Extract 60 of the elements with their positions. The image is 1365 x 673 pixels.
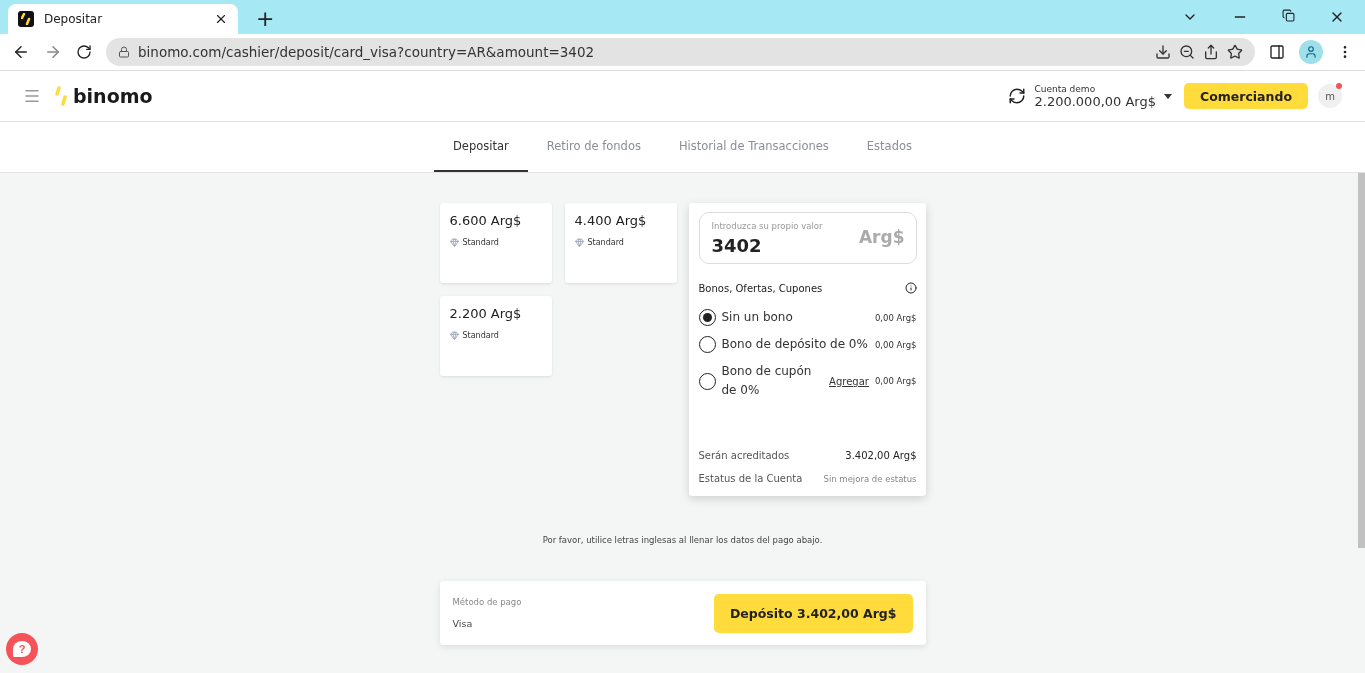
avatar[interactable]: m bbox=[1318, 84, 1342, 108]
browser-tab[interactable]: Depositar bbox=[8, 4, 238, 34]
close-icon[interactable] bbox=[214, 12, 228, 26]
logo-text: binomo bbox=[73, 85, 153, 107]
tab[interactable]: Depositar bbox=[434, 122, 528, 172]
zoom-out-icon[interactable] bbox=[1179, 44, 1195, 60]
balance-text: 2.200.000,00 Arg$ bbox=[1034, 93, 1156, 109]
url-text: binomo.com/cashier/deposit/card_visa?country=AR&amount=3402 bbox=[138, 44, 596, 60]
amount-card[interactable]: 2.200 Arg$ Standard bbox=[439, 296, 552, 376]
bonus-amount: 0,00 Arg$ bbox=[874, 312, 917, 323]
lock-icon bbox=[118, 46, 130, 58]
tier-label: Standard bbox=[462, 238, 499, 247]
menu-icon[interactable] bbox=[23, 87, 41, 105]
address-bar[interactable]: binomo.com/cashier/deposit/card_visa?country=AR&amount=3402 bbox=[106, 38, 1255, 66]
side-panel-icon[interactable] bbox=[1269, 44, 1285, 60]
tier-label: Standard bbox=[587, 238, 624, 247]
bonus-amount: 0,00 Arg$ bbox=[874, 339, 917, 350]
star-icon[interactable] bbox=[1227, 44, 1243, 60]
tier-label: Standard bbox=[462, 331, 499, 340]
amount-text: 4.400 Arg$ bbox=[574, 213, 648, 228]
tab-title: Depositar bbox=[44, 12, 104, 26]
summary-value: 3.402,00 Arg$ bbox=[845, 450, 917, 461]
info-icon[interactable] bbox=[904, 282, 917, 294]
currency-label: Arg$ bbox=[858, 227, 905, 247]
amount-card[interactable]: 4.400 Arg$ Standard bbox=[564, 203, 677, 283]
gem-icon bbox=[449, 331, 459, 340]
method-value: Visa bbox=[452, 618, 474, 629]
forward-icon[interactable] bbox=[44, 43, 62, 61]
deposit-button[interactable]: Depósito 3.402,00 Arg$ bbox=[713, 593, 913, 633]
add-link[interactable]: Agregar bbox=[829, 375, 869, 387]
bonus-label: Sin un bono bbox=[721, 309, 794, 326]
share-icon[interactable] bbox=[1203, 44, 1219, 60]
field-label: Introduzca su propio valor bbox=[711, 221, 823, 231]
site-icon bbox=[18, 11, 34, 27]
summary-label: Serán acreditados bbox=[698, 450, 790, 461]
restore-icon[interactable] bbox=[1282, 9, 1295, 22]
trade-button[interactable]: Comerciando bbox=[1184, 83, 1308, 109]
account-label: Cuenta demo bbox=[1034, 83, 1097, 94]
bonus-amount: 0,00 Arg$ bbox=[874, 376, 917, 386]
notice-text: Por favor, utilice letras inglesas al llenar los datos del pago abajo. bbox=[542, 535, 823, 545]
amount-text: 6.600 Arg$ bbox=[449, 213, 523, 228]
amount-text: 2.200 Arg$ bbox=[449, 306, 523, 321]
summary-value: Sin mejora de estatus bbox=[823, 473, 917, 484]
download-icon[interactable] bbox=[1155, 44, 1171, 60]
method-label: Método de pago bbox=[452, 597, 522, 607]
reload-icon[interactable] bbox=[76, 44, 92, 60]
profile-icon[interactable] bbox=[1299, 40, 1323, 64]
bonus-label: Bono de depósito de 0% bbox=[721, 336, 869, 353]
dropdown-caret-icon[interactable] bbox=[1164, 93, 1172, 99]
summary-label: Estatus de la Cuenta bbox=[698, 473, 803, 484]
gem-icon bbox=[574, 238, 584, 247]
gem-icon bbox=[449, 238, 459, 247]
amount-card[interactable]: 6.600 Arg$ Standard bbox=[439, 203, 552, 283]
bonus-title: Bonos, Ofertas, Cupones bbox=[698, 282, 824, 294]
switch-account-icon[interactable] bbox=[1008, 87, 1027, 105]
scrollbar[interactable] bbox=[1358, 173, 1365, 548]
new-tab-button[interactable]: + bbox=[256, 8, 275, 30]
bonus-label: Bono de cupón de 0% bbox=[721, 363, 813, 399]
back-icon[interactable] bbox=[12, 43, 30, 61]
logo-icon bbox=[55, 86, 67, 106]
